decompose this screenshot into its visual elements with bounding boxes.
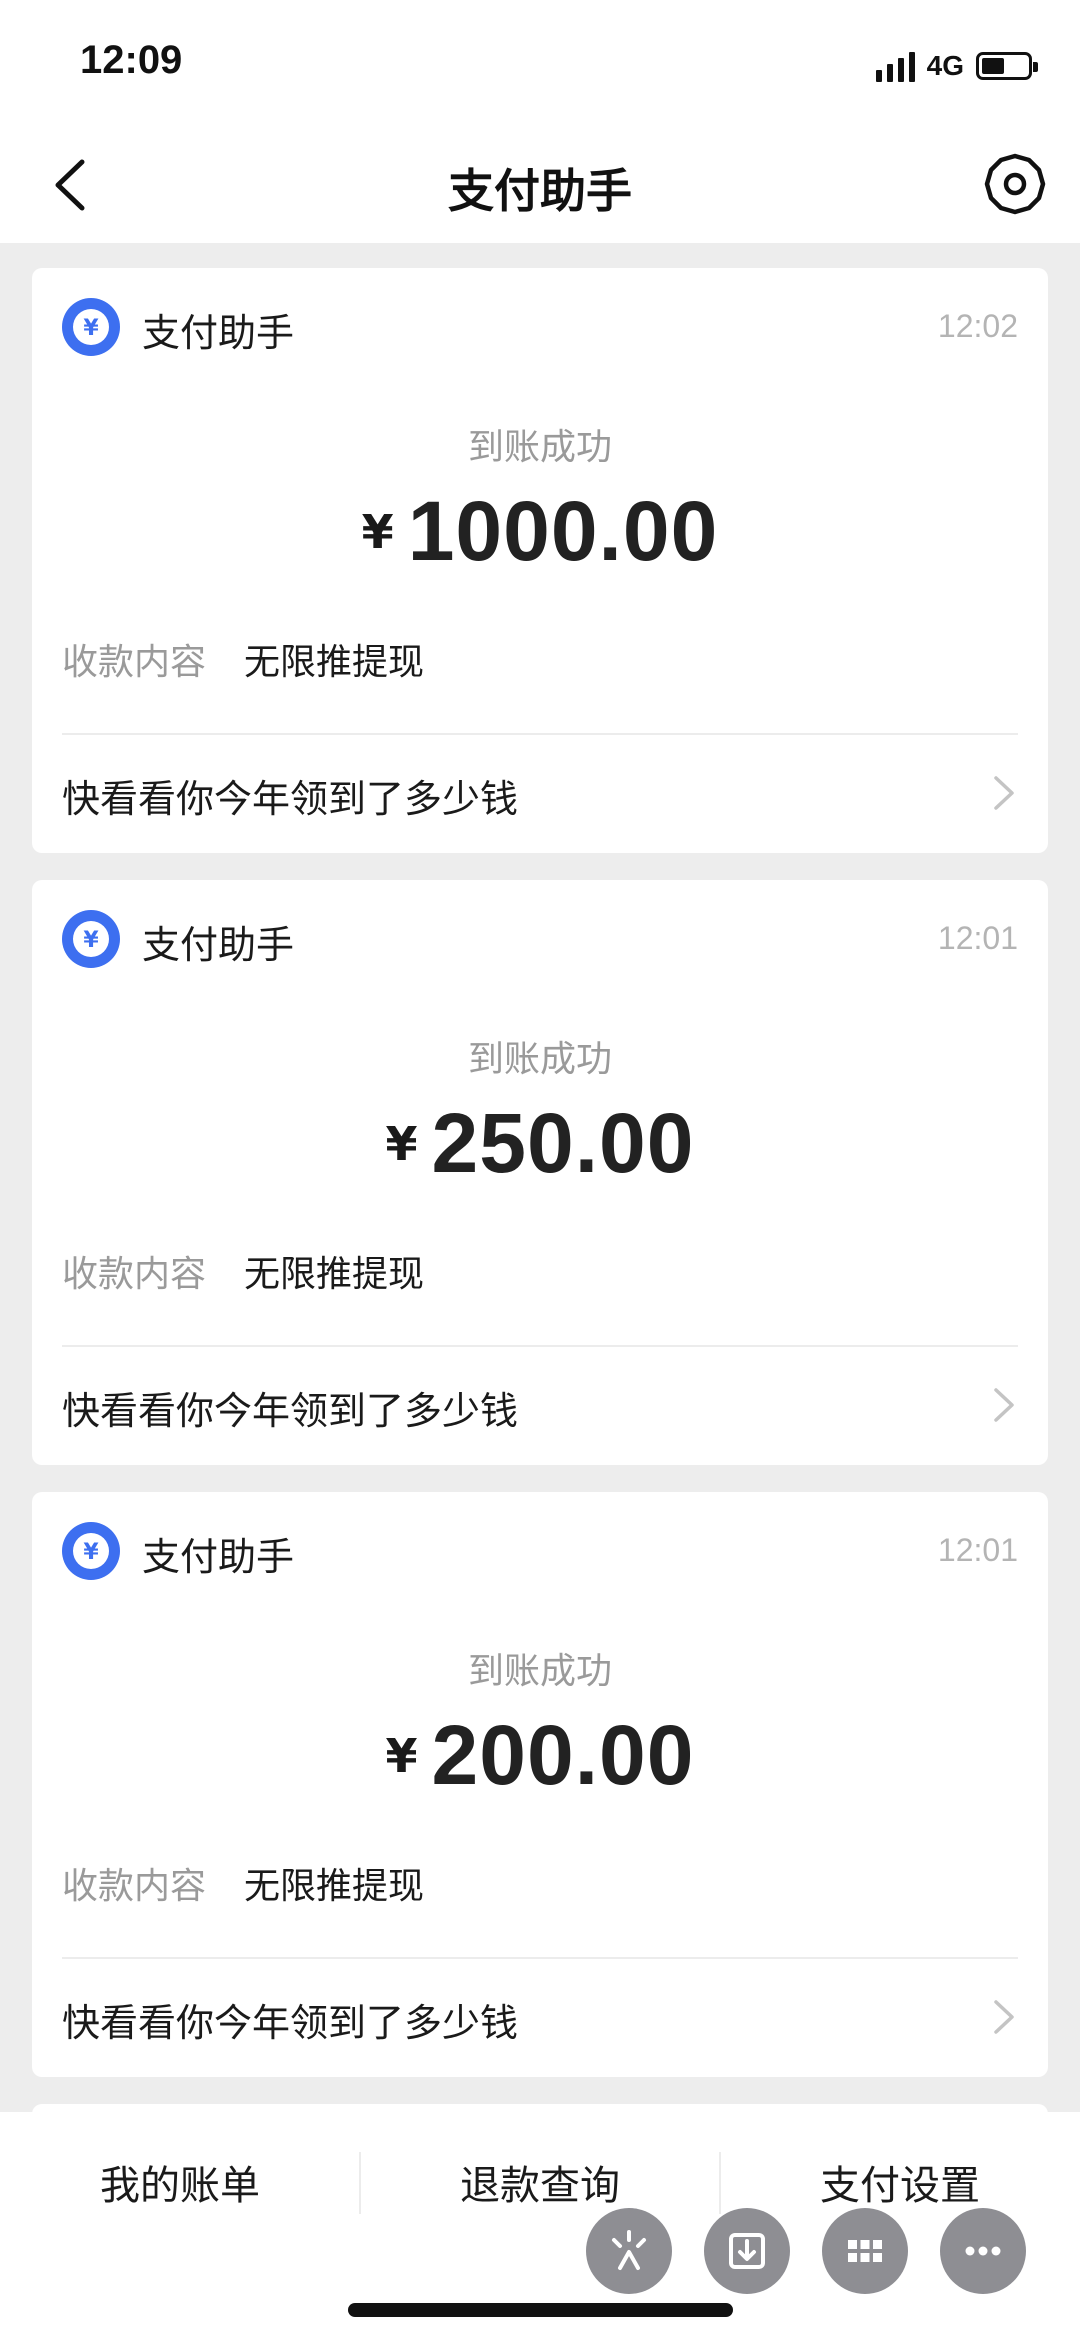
- card-link[interactable]: 快看看你今年领到了多少钱: [62, 1992, 518, 2047]
- more-button[interactable]: [940, 2208, 1026, 2294]
- svg-text:¥: ¥: [83, 316, 99, 341]
- payment-card[interactable]: ¥ 支付助手 12:02 到账成功 ¥1000.00 收款内容 无限推提现 快看…: [32, 268, 1048, 853]
- sparkle-button[interactable]: [586, 2208, 672, 2294]
- screen: 12:09 4G 支付助手 ¥ 支付助手 12:02 到账成功 ¥ 1000.0…: [0, 0, 1080, 2340]
- home-indicator[interactable]: [348, 2303, 733, 2317]
- page-title: 支付助手: [448, 164, 632, 218]
- card-divider: [62, 1345, 1018, 1347]
- card-amount: 250.00: [431, 1096, 695, 1190]
- card-status: 到账成功: [467, 1651, 612, 1692]
- network-label: 4G: [926, 50, 964, 81]
- card-divider: [62, 733, 1018, 735]
- download-icon: [729, 2233, 765, 2269]
- card-field-value: 无限推提现: [244, 1254, 425, 1295]
- yuan-coin-icon: ¥: [62, 298, 120, 356]
- svg-text:¥: ¥: [83, 1540, 99, 1565]
- card-status: 到账成功: [467, 1039, 612, 1080]
- payment-card[interactable]: ¥ 支付助手 12:01 到账成功 ¥250.00 收款内容 无限推提现 快看看…: [32, 880, 1048, 1465]
- card-amount: 1000.00: [407, 484, 719, 578]
- gear-icon: [984, 153, 1046, 215]
- card-amount-row: ¥250.00: [32, 1095, 1048, 1195]
- card-link[interactable]: 快看看你今年领到了多少钱: [62, 768, 518, 823]
- currency-symbol: ¥: [385, 1116, 418, 1171]
- chevron-right-icon[interactable]: [984, 1992, 1024, 2042]
- card-amount-row: ¥200.00: [32, 1707, 1048, 1807]
- card-field-label: 收款内容: [62, 642, 207, 683]
- settings-button[interactable]: [978, 147, 1052, 221]
- card-time: 12:01: [937, 1532, 1018, 1568]
- chevron-right-icon[interactable]: [984, 1380, 1024, 1430]
- more-icon: [965, 2246, 1001, 2256]
- chevron-right-icon[interactable]: [984, 768, 1024, 818]
- card-time: 12:02: [937, 308, 1018, 344]
- grid-button[interactable]: [822, 2208, 908, 2294]
- status-time: 12:09: [80, 38, 183, 82]
- battery-icon: [976, 52, 1038, 80]
- card-sender: 支付助手: [142, 311, 295, 355]
- card-field-label: 收款内容: [62, 1254, 207, 1295]
- status-bar: 12:09 4G: [0, 0, 1080, 125]
- grid-icon: [848, 2240, 882, 2262]
- tab-my-bills[interactable]: 我的账单: [0, 2112, 360, 2252]
- card-field-value: 无限推提现: [244, 642, 425, 683]
- card-sender: 支付助手: [142, 1535, 295, 1579]
- svg-text:¥: ¥: [83, 928, 99, 953]
- status-indicators: 4G: [875, 46, 1038, 86]
- yuan-coin-icon: ¥: [62, 1522, 120, 1580]
- currency-symbol: ¥: [361, 504, 394, 559]
- card-sender: 支付助手: [142, 923, 295, 967]
- card-amount-row: ¥1000.00: [32, 483, 1048, 583]
- download-button[interactable]: [704, 2208, 790, 2294]
- card-field-value: 无限推提现: [244, 1866, 425, 1907]
- signal-icon: [875, 50, 915, 82]
- card-link[interactable]: 快看看你今年领到了多少钱: [62, 1380, 518, 1435]
- card-status: 到账成功: [467, 427, 612, 468]
- nav-bar: 支付助手: [0, 125, 1080, 243]
- card-amount: 200.00: [431, 1708, 695, 1802]
- payment-card[interactable]: ¥ 支付助手 12:01 到账成功 ¥200.00 收款内容 无限推提现 快看看…: [32, 1492, 1048, 2077]
- sparkle-icon: [612, 2230, 646, 2270]
- card-field-label: 收款内容: [62, 1866, 207, 1907]
- card-divider: [62, 1957, 1018, 1959]
- card-time: 12:01: [937, 920, 1018, 956]
- yuan-coin-icon: ¥: [62, 910, 120, 968]
- currency-symbol: ¥: [385, 1728, 418, 1783]
